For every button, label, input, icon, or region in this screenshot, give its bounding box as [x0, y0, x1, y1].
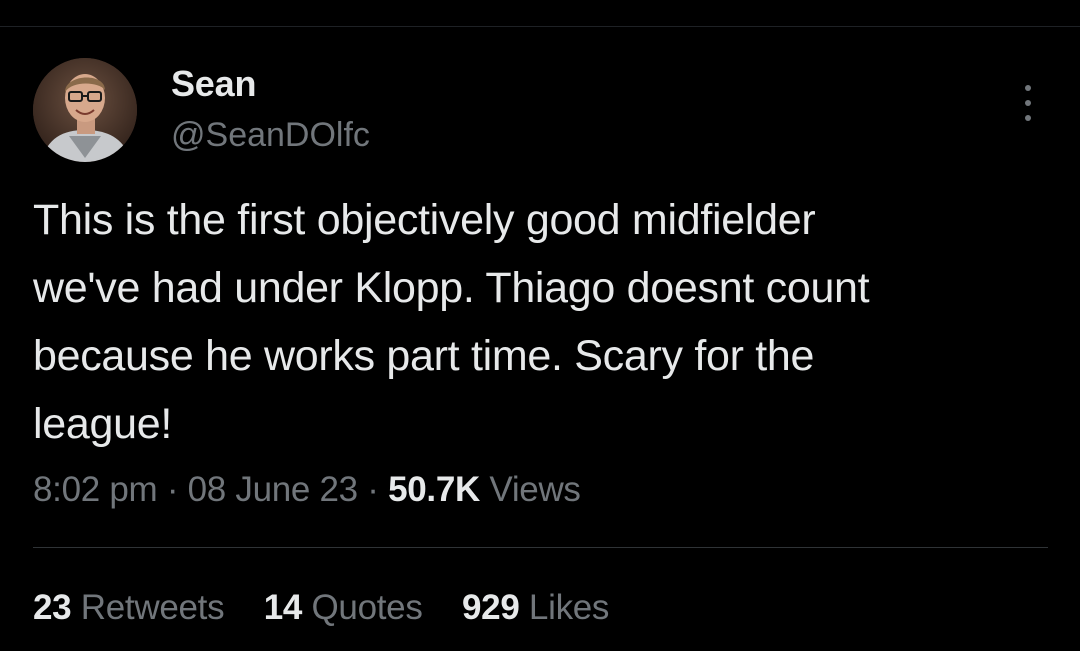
views-count[interactable]: 50.7K — [388, 470, 480, 509]
quotes-label: Quotes — [311, 588, 423, 627]
tweet-header: Sean @SeanDOlfc — [33, 58, 1048, 164]
likes-label: Likes — [528, 588, 610, 627]
more-vertical-icon-dot — [1025, 115, 1031, 121]
quotes-count: 14 — [263, 588, 303, 627]
more-options-button[interactable] — [1008, 78, 1048, 128]
retweets-label: Retweets — [80, 588, 225, 627]
likes-count: 929 — [461, 588, 520, 627]
display-name[interactable]: Sean — [171, 64, 370, 104]
avatar-photo-icon — [33, 58, 137, 162]
tweet-meta: 8:02 pm · 08 June 23 · 50.7K Views — [33, 466, 581, 514]
tweet-text: This is the first objectively good midfi… — [33, 196, 870, 448]
more-vertical-icon-dot — [1025, 100, 1031, 106]
avatar[interactable] — [33, 58, 137, 162]
tweet-time[interactable]: 8:02 pm — [33, 470, 158, 509]
tweet-date[interactable]: 08 June 23 — [188, 470, 359, 509]
quotes-stat[interactable]: 14 Quotes — [264, 584, 423, 632]
top-divider — [0, 26, 1080, 27]
retweets-stat[interactable]: 23 Retweets — [33, 584, 225, 632]
user-handle[interactable]: @SeanDOlfc — [171, 116, 370, 154]
retweets-count: 23 — [33, 588, 72, 627]
views-label: Views — [489, 470, 581, 509]
author-info: Sean @SeanDOlfc — [171, 64, 370, 155]
meta-separator: · — [166, 470, 179, 509]
meta-separator: · — [367, 470, 379, 509]
likes-stat[interactable]: 929 Likes — [462, 584, 609, 632]
more-vertical-icon — [1025, 85, 1031, 91]
stats-divider — [33, 547, 1048, 548]
engagement-stats: 23 Retweets 14 Quotes 929 Likes — [33, 584, 639, 632]
